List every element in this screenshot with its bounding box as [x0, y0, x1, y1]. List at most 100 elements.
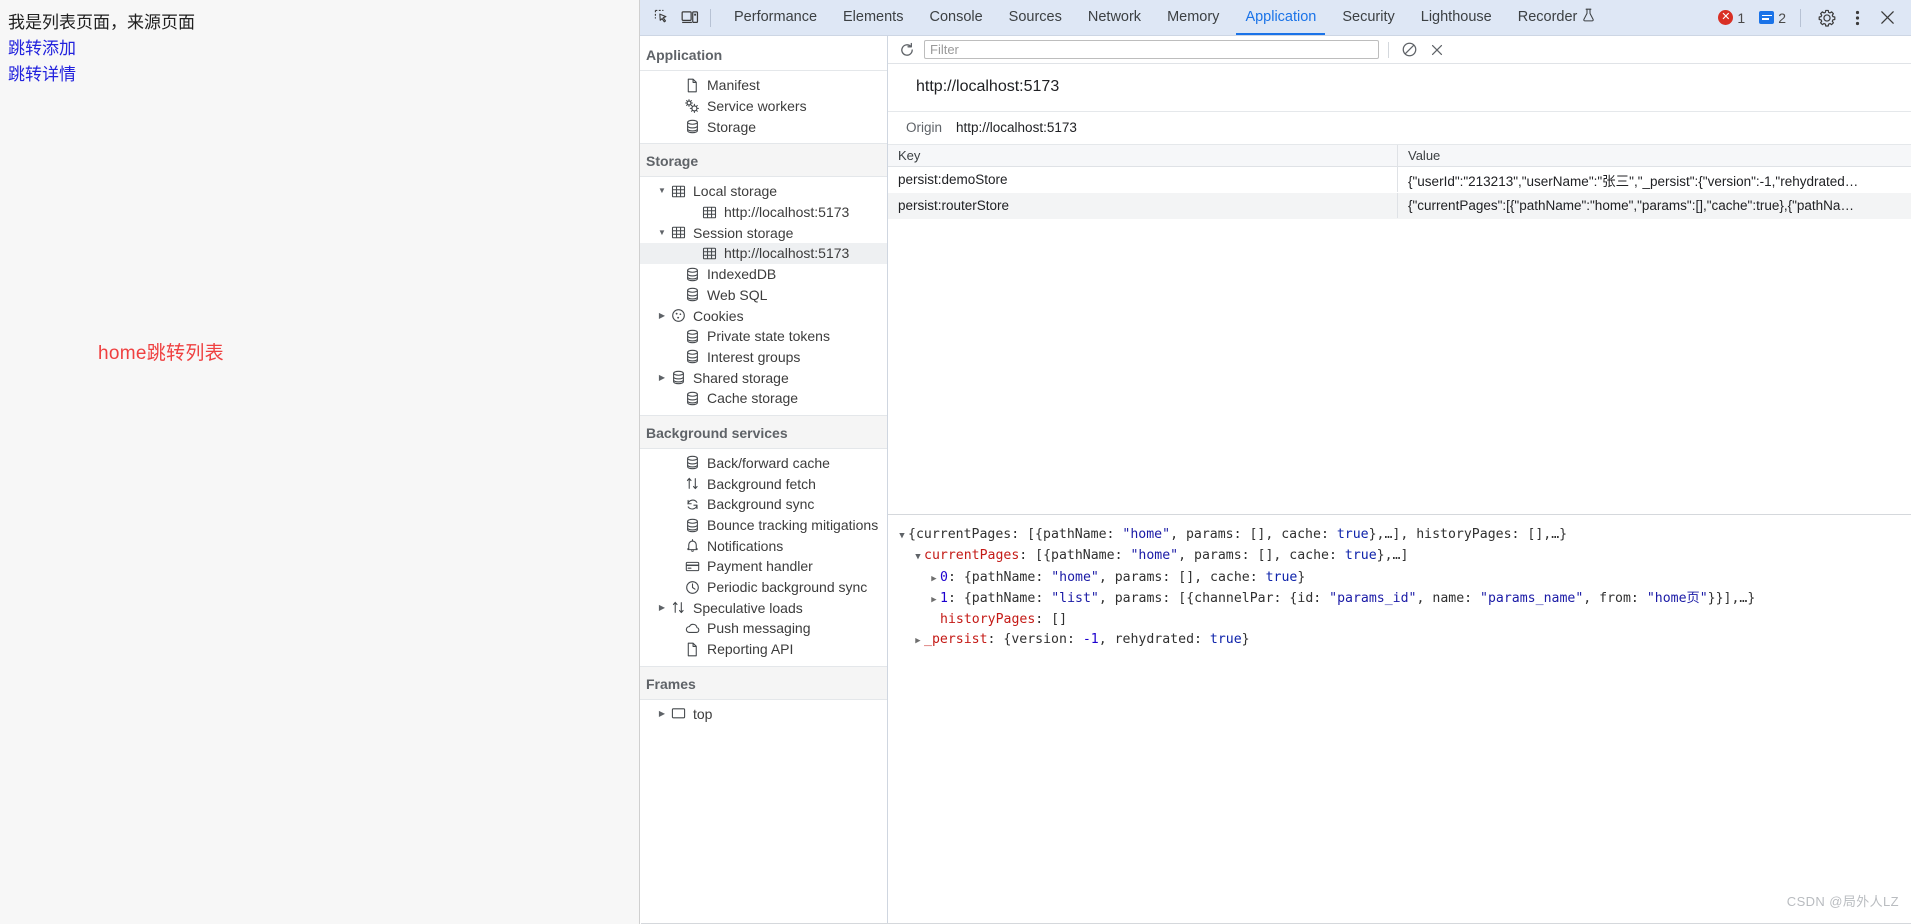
chevron-down-icon[interactable]: ▼: [656, 187, 668, 195]
sidebar-item-cookies[interactable]: ▶ Cookies: [640, 305, 887, 326]
sidebar-item-local-storage[interactable]: ▼ Local storage: [640, 181, 887, 202]
error-badge[interactable]: ✕ 1: [1712, 10, 1751, 26]
tab-sources[interactable]: Sources: [996, 1, 1075, 34]
chevron-right-icon[interactable]: ▶: [656, 373, 668, 382]
tab-label: Application: [1245, 9, 1317, 25]
sidebar-item-top[interactable]: ▶ top: [640, 704, 887, 725]
chevron-down-icon[interactable]: ▼: [912, 547, 924, 567]
sidebar-item-notifications[interactable]: Notifications: [640, 535, 887, 556]
kebab-menu-icon[interactable]: [1843, 4, 1871, 32]
table-icon: [668, 225, 688, 240]
preview-line: ▼ {currentPages: [{pathName: "home", para…: [896, 525, 1911, 546]
preview-token: "params_id": [1329, 590, 1417, 606]
cell-value: {"currentPages":[{"pathName":"home","par…: [1408, 198, 1854, 213]
tab-recorder[interactable]: Recorder: [1505, 0, 1609, 35]
sidebar-item-bounce-tracking-mitigations[interactable]: Bounce tracking mitigations: [640, 515, 887, 536]
preview-token: ,: [1098, 569, 1115, 585]
sidebar-item-label: Back/forward cache: [707, 454, 830, 471]
table-row[interactable]: persist:routerStore {"currentPages":[{"p…: [888, 193, 1911, 219]
warning-badge[interactable]: 2: [1753, 10, 1792, 26]
chevron-right-icon[interactable]: ▶: [928, 590, 940, 610]
column-header-value[interactable]: Value: [1398, 145, 1911, 166]
sidebar-item-push-messaging[interactable]: Push messaging: [640, 618, 887, 639]
sidebar-item-background-sync[interactable]: Background sync: [640, 494, 887, 515]
sidebar-item-label: Background sync: [707, 496, 815, 513]
sidebar-item-shared-storage[interactable]: ▶ Shared storage: [640, 367, 887, 388]
sidebar-item-periodic-background-sync[interactable]: Periodic background sync: [640, 577, 887, 598]
filter-input[interactable]: [924, 40, 1379, 59]
sidebar-item-speculative-loads[interactable]: ▶ Speculative loads: [640, 597, 887, 618]
tab-application[interactable]: Application: [1232, 1, 1329, 35]
sidebar-item-label: Periodic background sync: [707, 579, 868, 596]
sidebar-item-indexeddb[interactable]: IndexedDB: [640, 264, 887, 285]
tab-console[interactable]: Console: [916, 1, 995, 34]
sidebar-item-storage[interactable]: Storage: [640, 116, 887, 137]
sidebar-item-back-forward-cache[interactable]: Back/forward cache: [640, 453, 887, 474]
devtools-tabbar: Performance Elements Console Sources Net…: [640, 0, 1911, 36]
sidebar-item-label: Speculative loads: [693, 599, 803, 616]
preview-token: historyPages: [940, 612, 1036, 628]
jump-detail-link[interactable]: 跳转详情: [8, 62, 631, 88]
chevron-down-icon[interactable]: ▼: [656, 228, 668, 237]
sync-icon: [682, 497, 702, 512]
preview-token: "home": [1122, 527, 1171, 542]
preview-token: cache: [1281, 527, 1321, 542]
sidebar-item-cache-storage[interactable]: Cache storage: [640, 388, 887, 409]
sidebar-item-service-workers[interactable]: Service workers: [640, 96, 887, 117]
preview-line: ▶ 0: {pathName: "home", params: [], cache…: [896, 568, 1911, 589]
chevron-right-icon[interactable]: ▶: [928, 569, 940, 589]
preview-token: true: [1336, 527, 1369, 542]
device-toolbar-icon[interactable]: [676, 4, 704, 32]
tab-memory[interactable]: Memory: [1154, 1, 1232, 34]
sidebar-item-private-state-tokens[interactable]: Private state tokens: [640, 326, 887, 347]
sidebar-item-interest-groups[interactable]: Interest groups: [640, 347, 887, 368]
web-page-viewport: 我是列表页面，来源页面 跳转添加 跳转详情 home跳转列表: [0, 0, 640, 924]
chevron-down-icon[interactable]: ▼: [896, 526, 908, 546]
tab-lighthouse[interactable]: Lighthouse: [1408, 1, 1505, 34]
value-preview-pane: ▼ {currentPages: [{pathName: "home", para…: [888, 514, 1911, 924]
arrows-updown-icon: [682, 476, 702, 491]
tab-label: Console: [929, 9, 983, 25]
sidebar-item-reporting-api[interactable]: Reporting API: [640, 639, 887, 660]
preview-token: : [],: [1162, 569, 1211, 585]
database-icon: [682, 455, 702, 470]
sidebar-item-http-localhost-5173[interactable]: http://localhost:5173: [640, 243, 887, 264]
chevron-right-icon[interactable]: ▶: [656, 311, 668, 320]
table-row[interactable]: persist:demoStore {"userId":"213213","us…: [888, 167, 1911, 193]
tab-security[interactable]: Security: [1329, 1, 1407, 34]
cell-value: {"userId":"213213","userName":"张三","_per…: [1408, 173, 1859, 189]
sidebar-item-payment-handler[interactable]: Payment handler: [640, 556, 887, 577]
column-header-key[interactable]: Key: [888, 145, 1398, 166]
chevron-right-icon[interactable]: ▶: [656, 603, 668, 612]
sidebar-item-label: Private state tokens: [707, 328, 830, 345]
database-icon: [682, 349, 702, 364]
preview-token: currentPages: [915, 527, 1012, 542]
preview-token: "home页": [1646, 590, 1708, 606]
preview-token: ,: [1583, 590, 1600, 606]
sidebar-item-manifest[interactable]: Manifest: [640, 75, 887, 96]
sidebar-item-session-storage[interactable]: ▼ Session storage: [640, 222, 887, 243]
sidebar-item-label: Web SQL: [707, 286, 768, 303]
preview-token: 0: [940, 569, 948, 585]
chevron-right-icon[interactable]: ▶: [912, 631, 924, 651]
gear-icon[interactable]: [1813, 4, 1841, 32]
tab-performance[interactable]: Performance: [721, 1, 830, 34]
jump-add-link[interactable]: 跳转添加: [8, 36, 631, 62]
inspect-element-icon[interactable]: [648, 4, 676, 32]
sidebar-item-label: Cookies: [693, 307, 744, 324]
preview-token: cache: [1210, 569, 1250, 585]
clear-all-icon[interactable]: [1398, 39, 1420, 61]
preview-token: name: [1432, 590, 1465, 606]
preview-token: :: [1630, 590, 1647, 606]
tab-elements[interactable]: Elements: [830, 1, 916, 34]
chevron-right-icon[interactable]: ▶: [656, 709, 668, 718]
sidebar-item-web-sql[interactable]: Web SQL: [640, 285, 887, 306]
preview-token: : [],: [1241, 548, 1290, 564]
close-icon[interactable]: [1873, 4, 1901, 32]
preview-token: true: [1265, 569, 1298, 585]
refresh-icon[interactable]: [896, 39, 918, 61]
sidebar-item-http-localhost-5173[interactable]: http://localhost:5173: [640, 202, 887, 223]
tab-network[interactable]: Network: [1075, 1, 1154, 34]
sidebar-item-background-fetch[interactable]: Background fetch: [640, 473, 887, 494]
delete-selected-icon[interactable]: [1426, 39, 1448, 61]
